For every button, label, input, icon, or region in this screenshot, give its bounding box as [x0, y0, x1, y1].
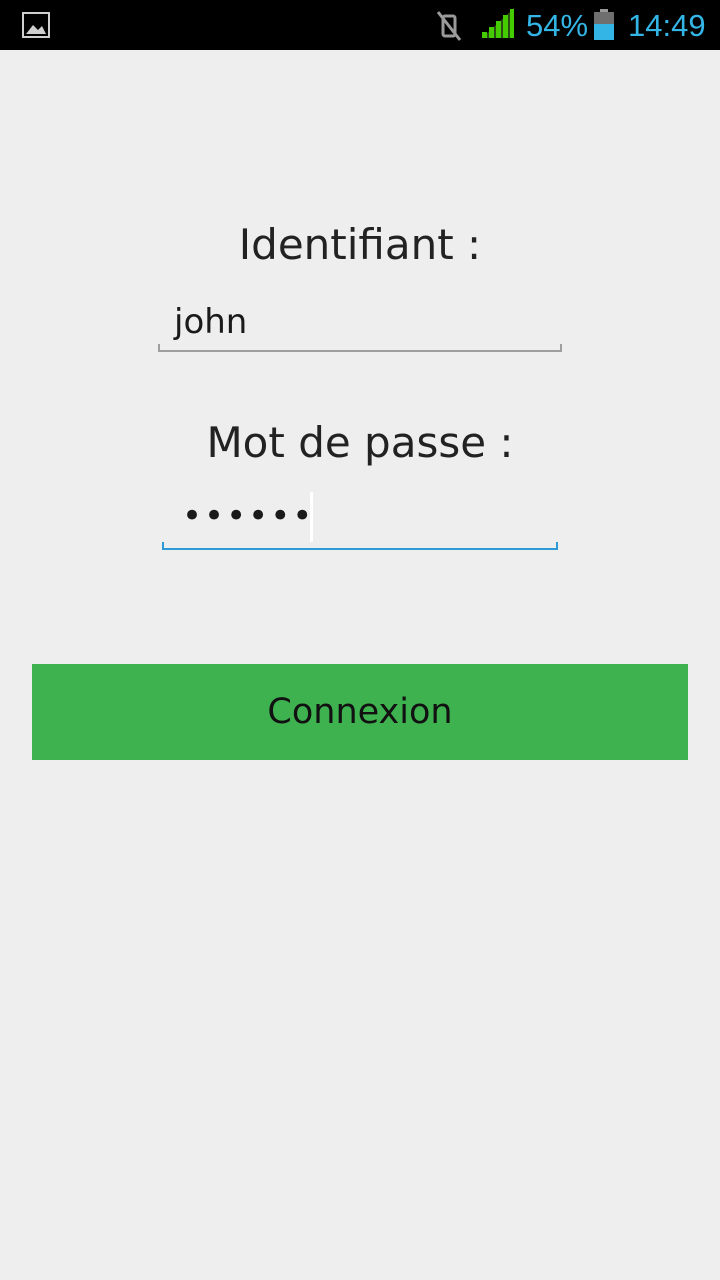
login-button[interactable]: Connexion	[32, 664, 688, 760]
username-underline-tick-left	[158, 344, 160, 352]
vibrate-off-icon	[436, 11, 462, 41]
status-time: 14:49	[628, 8, 706, 43]
login-button-label: Connexion	[267, 692, 453, 732]
password-underline-tick-right	[556, 542, 558, 550]
password-value: ••••••	[182, 496, 315, 536]
username-underline	[158, 350, 562, 352]
password-underline	[162, 548, 558, 550]
username-value: john	[174, 302, 248, 342]
battery-percent: 54%	[526, 8, 589, 43]
username-underline-tick-right	[560, 344, 562, 352]
username-field[interactable]: john	[158, 292, 562, 354]
text-cursor	[310, 492, 313, 542]
password-underline-tick-left	[162, 542, 164, 550]
image-icon	[22, 12, 50, 38]
status-bar: 54% 14:49	[0, 0, 720, 50]
password-label: Mot de passe :	[206, 418, 514, 467]
username-label: Identifiant :	[238, 220, 482, 269]
cell-signal-icon	[482, 8, 514, 38]
battery-icon	[594, 9, 614, 40]
password-field[interactable]: ••••••	[162, 490, 558, 552]
